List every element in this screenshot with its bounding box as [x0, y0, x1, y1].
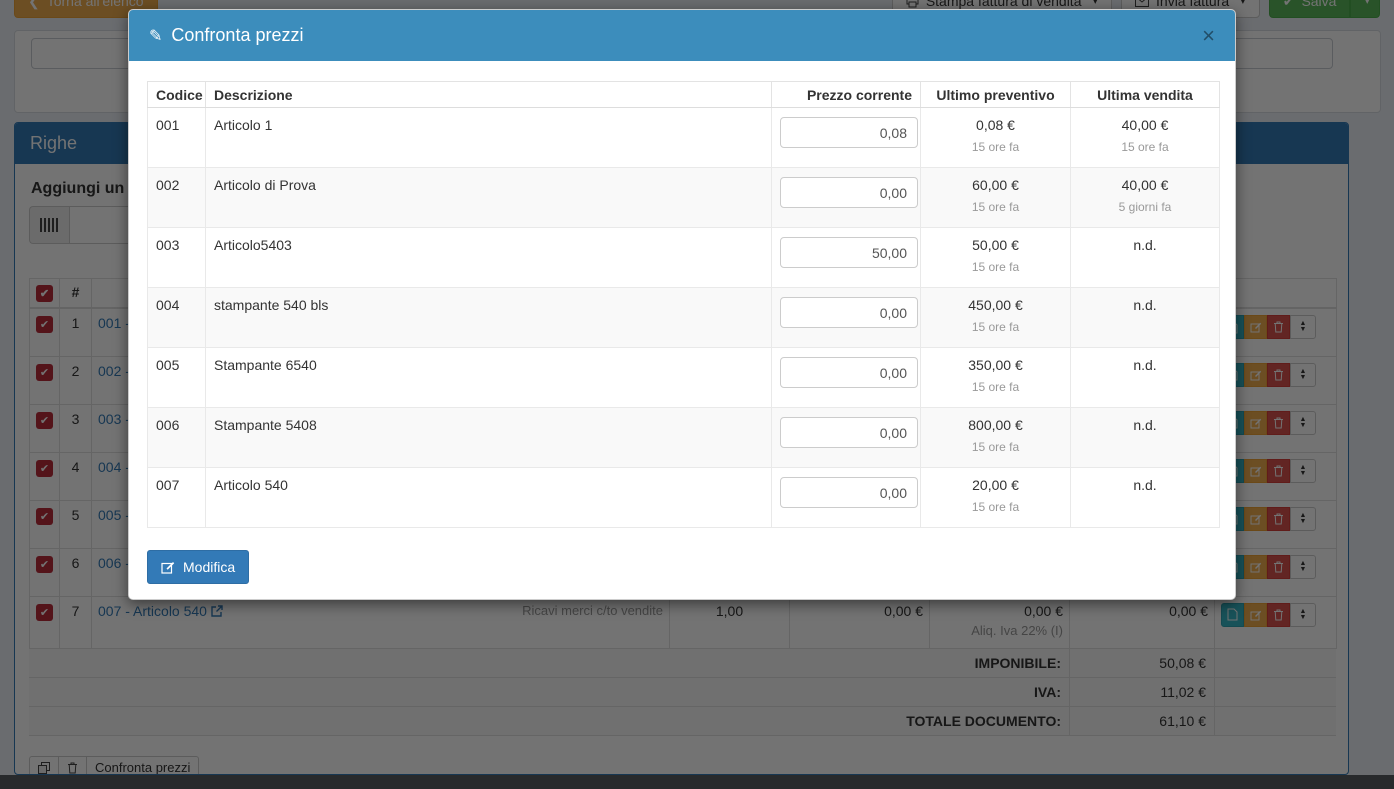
last-quote-time: 15 ore fa [929, 320, 1062, 334]
last-quote-value: 60,00 € [929, 177, 1062, 193]
modal-body: Codice Descrizione Prezzo corrente Ultim… [129, 61, 1235, 599]
current-price-input[interactable] [780, 297, 918, 328]
table-row: 004 stampante 540 bls 450,00 €15 ore fa … [148, 288, 1220, 348]
column-ultima-vendita: Ultima vendita [1071, 82, 1220, 108]
pencil-icon: ✎ [149, 26, 162, 46]
article-code: 003 [148, 228, 206, 288]
article-description: Articolo 1 [206, 108, 772, 168]
last-sale-time: 15 ore fa [1079, 140, 1211, 154]
last-sale-value: n.d. [1079, 357, 1211, 373]
article-code: 005 [148, 348, 206, 408]
current-price-input[interactable] [780, 357, 918, 388]
last-quote-value: 20,00 € [929, 477, 1062, 493]
article-description: Articolo5403 [206, 228, 772, 288]
last-quote-value: 450,00 € [929, 297, 1062, 313]
current-price-input[interactable] [780, 417, 918, 448]
article-description: Articolo 540 [206, 468, 772, 528]
last-sale-time: 5 giorni fa [1079, 200, 1211, 214]
compare-prices-modal: ✎ Confronta prezzi × Codice Descrizione … [128, 9, 1236, 600]
table-row: 002 Articolo di Prova 60,00 € 15 ore fa 4… [148, 168, 1220, 228]
close-icon[interactable]: × [1202, 25, 1215, 47]
table-row: 001 Articolo 1 0,08 € 15 ore fa 40,00 € 15… [148, 108, 1220, 168]
last-sale-value: n.d. [1079, 417, 1211, 433]
article-description: Stampante 5408 [206, 408, 772, 468]
article-description: Articolo di Prova [206, 168, 772, 228]
table-row: 005 Stampante 6540 350,00 € 15 ore fa n.d… [148, 348, 1220, 408]
last-quote-time: 15 ore fa [929, 380, 1062, 394]
modal-title: Confronta prezzi [171, 25, 303, 46]
column-ultimo-preventivo: Ultimo preventivo [921, 82, 1071, 108]
last-quote-time: 15 ore fa [929, 260, 1062, 274]
last-sale-value: n.d. [1079, 477, 1211, 493]
article-code: 004 [148, 288, 206, 348]
last-quote-time: 15 ore fa [929, 200, 1062, 214]
last-sale-value: n.d. [1079, 297, 1211, 313]
article-code: 001 [148, 108, 206, 168]
table-row: 007 Articolo 540 20,00 € 15 ore fa n.d. [148, 468, 1220, 528]
article-code: 002 [148, 168, 206, 228]
table-row: 006 Stampante 5408 800,00 € 15 ore fa n.d… [148, 408, 1220, 468]
modifica-button-label: Modifica [183, 559, 235, 575]
last-quote-time: 15 ore fa [929, 440, 1062, 454]
last-quote-value: 350,00 € [929, 357, 1062, 373]
last-quote-time: 15 ore fa [929, 140, 1062, 154]
table-row: 003 Articolo5403 50,00 € 15 ore fa n.d. [148, 228, 1220, 288]
last-quote-value: 800,00 € [929, 417, 1062, 433]
current-price-input[interactable] [780, 477, 918, 508]
last-quote-time: 15 ore fa [929, 500, 1062, 514]
modifica-button[interactable]: Modifica [147, 550, 249, 584]
last-sale-value: 40,00 € [1079, 177, 1211, 193]
last-sale-value: n.d. [1079, 237, 1211, 253]
edit-icon [161, 560, 175, 574]
column-codice: Codice [148, 82, 206, 108]
article-description: Stampante 6540 [206, 348, 772, 408]
article-code: 007 [148, 468, 206, 528]
column-prezzo-corrente: Prezzo corrente [772, 82, 921, 108]
article-description: stampante 540 bls [206, 288, 772, 348]
compare-prices-table: Codice Descrizione Prezzo corrente Ultim… [147, 81, 1220, 528]
last-quote-value: 50,00 € [929, 237, 1062, 253]
current-price-input[interactable] [780, 177, 918, 208]
last-sale-value: 40,00 € [1079, 117, 1211, 133]
article-code: 006 [148, 408, 206, 468]
column-descrizione: Descrizione [206, 82, 772, 108]
current-price-input[interactable] [780, 237, 918, 268]
current-price-input[interactable] [780, 117, 918, 148]
modal-header: ✎ Confronta prezzi × [129, 10, 1235, 61]
table-header-row: Codice Descrizione Prezzo corrente Ultim… [148, 82, 1220, 108]
last-quote-value: 0,08 € [929, 117, 1062, 133]
